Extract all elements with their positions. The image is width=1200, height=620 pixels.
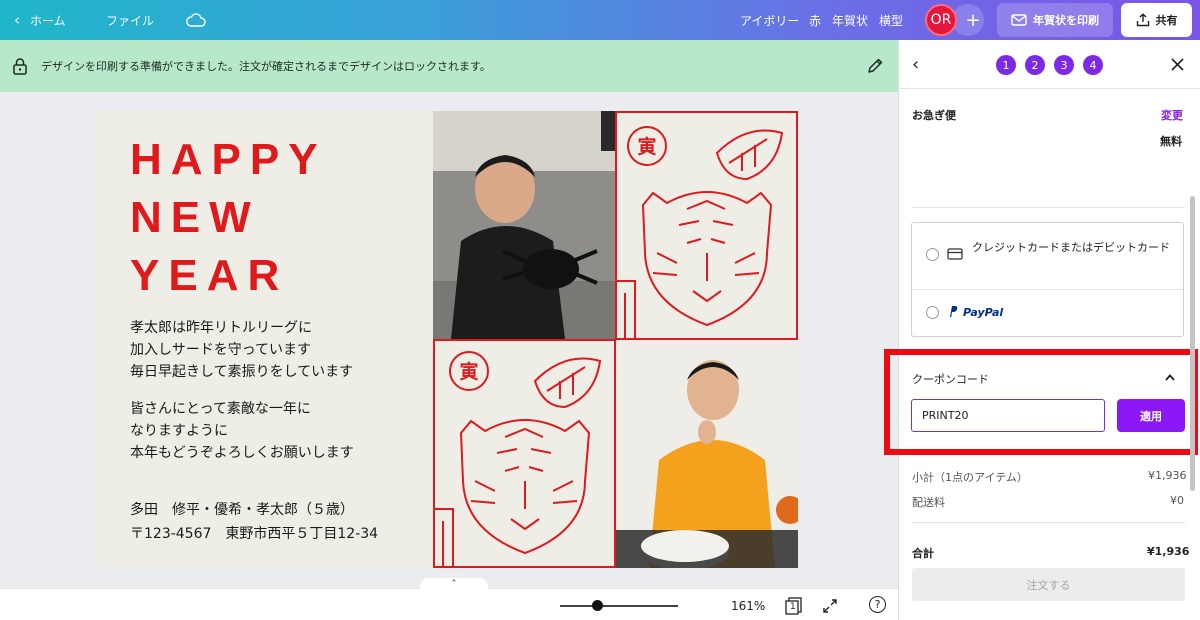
- card-message-1: 孝太郎は昨年リトルリーグに 加入しサードを守っています 毎日早起きして素振りをし…: [130, 320, 354, 380]
- step-1[interactable]: 1: [996, 55, 1016, 75]
- back-button[interactable]: ‹: [912, 54, 919, 75]
- envelope-icon: [1011, 14, 1027, 26]
- zoom-slider-knob[interactable]: [591, 600, 603, 611]
- close-icon[interactable]: [1171, 58, 1184, 71]
- help-icon: ?: [874, 598, 881, 611]
- chevron-left-icon: ‹: [912, 54, 920, 75]
- paypal-radio[interactable]: [926, 306, 939, 319]
- sender-names: 多田 修平・優希・孝太郎（５歳）: [130, 502, 354, 518]
- home-button[interactable]: ‹ ホーム: [14, 0, 66, 40]
- home-label: ホーム: [30, 13, 66, 28]
- subtotal-value: ¥1,936: [1148, 469, 1187, 482]
- total-label: 合計: [912, 547, 934, 560]
- bottom-toolbar: 161% 1 ?: [0, 588, 898, 620]
- pencil-icon[interactable]: [866, 57, 884, 75]
- page-count-button[interactable]: 1: [785, 597, 802, 615]
- credit-card-icon: [947, 248, 963, 260]
- shipping-fee-value: ¥0: [1170, 494, 1184, 507]
- panel-scrollbar[interactable]: [1190, 196, 1195, 491]
- share-label: 共有: [1155, 14, 1178, 27]
- total-value: ¥1,936: [1147, 545, 1190, 558]
- paypal-label[interactable]: PayPal: [963, 306, 1003, 319]
- place-order-button[interactable]: 注文する: [912, 568, 1185, 601]
- card-sender: 多田 修平・優希・孝太郎（５歳） 〒123-4567 東野市西平５丁目12-34: [130, 499, 378, 545]
- headline-year: YEAR: [130, 251, 289, 300]
- upload-icon: [1136, 13, 1149, 27]
- tiger-illustration-top: 寅: [615, 111, 798, 340]
- tiger-illustration-bottom: 寅: [433, 339, 616, 568]
- avatar[interactable]: OR: [925, 4, 957, 36]
- step-4[interactable]: 4: [1083, 55, 1103, 75]
- zoom-slider-track[interactable]: [560, 605, 678, 607]
- paypal-icon: [950, 306, 958, 317]
- color-option-ivory[interactable]: アイボリー: [740, 0, 799, 40]
- help-button[interactable]: ?: [869, 596, 886, 613]
- chevron-left-icon: ‹: [14, 11, 20, 29]
- cloud-save-icon[interactable]: [186, 0, 206, 40]
- headline-happy: HAPPY: [130, 135, 327, 184]
- print-nengajo-button[interactable]: 年賀状を印刷: [997, 3, 1113, 37]
- shipping-cost-free: 無料: [1160, 135, 1182, 148]
- card-headline: HAPPY NEW YEAR: [130, 131, 327, 305]
- coupon-code-input[interactable]: PRINT20: [911, 399, 1105, 432]
- step-3[interactable]: 3: [1054, 55, 1074, 75]
- card-payment-radio[interactable]: [926, 248, 939, 261]
- svg-text:寅: 寅: [459, 360, 478, 383]
- share-button[interactable]: 共有: [1121, 3, 1192, 37]
- category-nengajo[interactable]: 年賀状: [832, 0, 868, 40]
- collapse-pages-tab[interactable]: ˄: [420, 578, 488, 592]
- checkout-steps: 1 2 3 4: [996, 55, 1103, 75]
- shipping-fee-label: 配送料: [912, 496, 945, 509]
- photo-boy-popcorn: [615, 340, 798, 568]
- chevron-up-icon[interactable]: [1165, 374, 1175, 381]
- zoom-level[interactable]: 161%: [731, 599, 765, 613]
- top-toolbar: ‹ ホーム ファイル アイボリー 赤 年賀状 横型 + OR 年賀状を印刷 共有: [0, 0, 1200, 40]
- coupon-title: クーポンコード: [912, 373, 989, 386]
- change-shipping-link[interactable]: 変更: [1161, 107, 1183, 123]
- sender-address: 〒123-4567 東野市西平５丁目12-34: [130, 526, 379, 542]
- color-option-red[interactable]: 赤: [809, 0, 821, 40]
- print-label: 年賀状を印刷: [1033, 14, 1099, 27]
- print-ready-notice: デザインを印刷する準備ができました。注文が確定されるまでデザインはロックされます…: [0, 40, 898, 92]
- fullscreen-icon[interactable]: [822, 598, 838, 614]
- headline-new: NEW: [130, 193, 260, 242]
- header-divider: [898, 88, 1200, 89]
- total-divider: [912, 522, 1185, 523]
- chevron-up-icon: ˄: [451, 579, 457, 590]
- orientation-landscape[interactable]: 横型: [879, 0, 903, 40]
- photo-boy-sofa: [433, 111, 616, 339]
- file-menu[interactable]: ファイル: [106, 0, 154, 40]
- card-payment-label[interactable]: クレジットカードまたはデビットカード: [972, 238, 1177, 258]
- apply-coupon-button[interactable]: 適用: [1117, 399, 1185, 432]
- notice-message: デザインを印刷する準備ができました。注文が確定されるまでデザインはロックされます…: [41, 60, 491, 73]
- subtotal-label: 小計（1点のアイテム）: [912, 471, 1028, 484]
- payment-divider: [912, 289, 1183, 290]
- svg-text:寅: 寅: [637, 135, 656, 158]
- coupon-code-value: PRINT20: [922, 409, 969, 422]
- section-divider: [912, 207, 1185, 208]
- page-count: 1: [790, 602, 796, 612]
- lock-icon: [13, 58, 27, 75]
- card-message-2: 皆さんにとって素敵な一年に なりますように 本年もどうぞよろしくお願いします: [130, 401, 354, 461]
- step-2[interactable]: 2: [1025, 55, 1045, 75]
- file-label: ファイル: [106, 13, 155, 28]
- express-shipping-label: お急ぎ便: [912, 109, 956, 122]
